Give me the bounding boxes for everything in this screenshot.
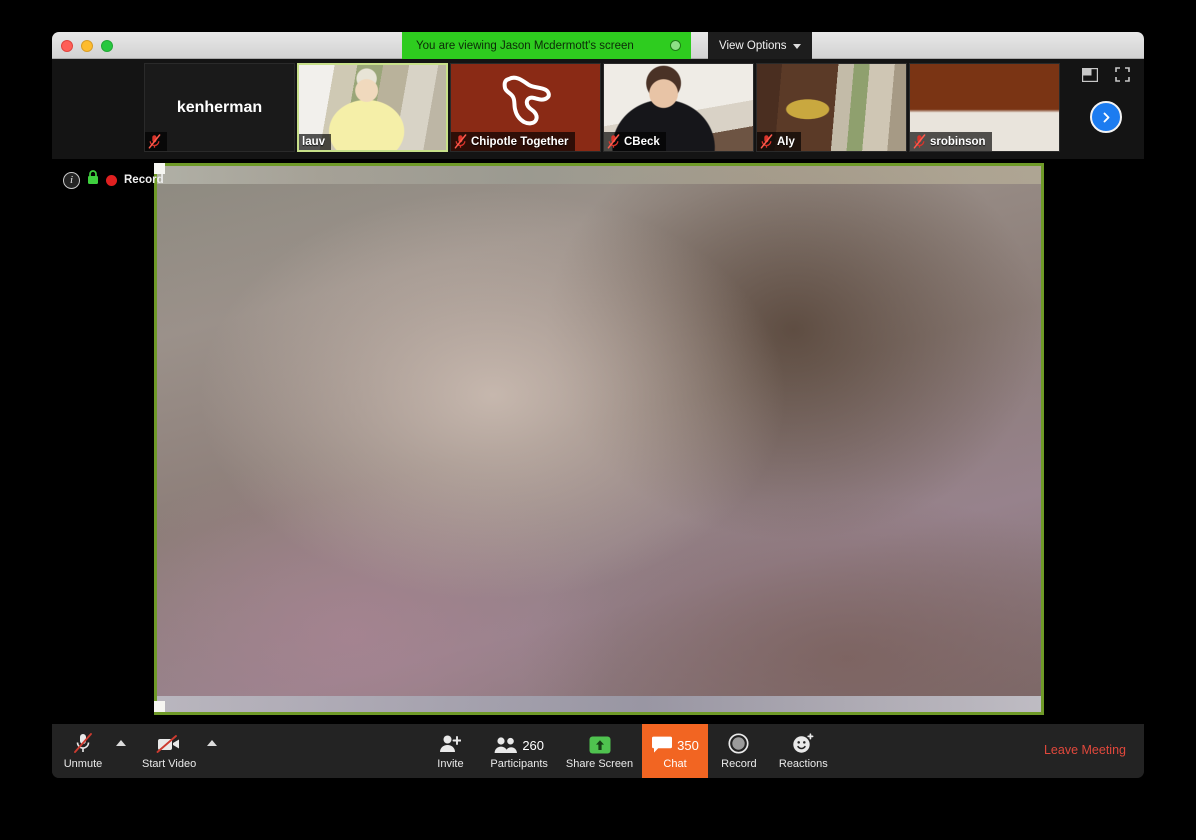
toolbar-invite-button[interactable]: Invite (419, 724, 481, 778)
chat-bubble-icon: 350 (651, 732, 699, 754)
participant-tile-srobinson[interactable]: srobinson (909, 63, 1060, 152)
muted-microphone-icon (760, 134, 773, 149)
participant-tiles: kenherman lauv Chipotle Together CBeck Aly sr… (144, 63, 1060, 152)
chevron-right-icon (1103, 112, 1109, 122)
chevron-up-icon (116, 740, 126, 746)
minimize-window-button[interactable] (81, 40, 93, 52)
toolbar-mute-label: Unmute (63, 758, 103, 770)
share-status-indicator-icon (669, 40, 681, 51)
meeting-toolbar: Unmute Start Video Invite 260 Participants S… (52, 724, 1144, 778)
reactions-smiley-icon (793, 733, 814, 753)
close-window-button[interactable] (61, 40, 73, 52)
participant-display-name: kenherman (176, 98, 263, 116)
share-screen-icon (589, 732, 611, 754)
toolbar-right-group: Invite 260 Participants Share Screen 350 Chat… (419, 724, 836, 778)
record-circle-icon (728, 732, 749, 754)
toolbar-participants-label: Participants (490, 758, 548, 770)
muted-microphone-icon (607, 134, 620, 149)
view-options-label: View Options (719, 39, 787, 52)
filmstrip-view-controls (1081, 67, 1130, 87)
toolbar-record-button[interactable]: Record (708, 724, 770, 778)
muted-microphone-icon (913, 134, 926, 149)
zoom-meeting-app: You are viewing Jason Mcdermott's screen… (0, 0, 1196, 840)
toolbar-participants-button[interactable]: 260 Participants (481, 724, 556, 778)
sharing-banner-text: You are viewing Jason Mcdermott's screen (416, 39, 634, 52)
leave-meeting-button[interactable]: Leave Meeting (1032, 724, 1144, 776)
participant-name-badge: lauv (299, 134, 332, 150)
toolbar-reactions-button[interactable]: Reactions (770, 724, 837, 778)
toolbar-share-screen-label: Share Screen (565, 758, 634, 770)
toolbar-video-label: Start Video (142, 758, 197, 770)
window-titlebar: You are viewing Jason Mcdermott's screen… (52, 32, 1144, 59)
participant-name-label: srobinson (930, 135, 986, 148)
recording-dot-icon (106, 174, 117, 186)
toolbar-record-label: Record (721, 758, 757, 770)
reactions-smiley-icon (792, 732, 814, 754)
participant-name-label: Chipotle Together (471, 135, 569, 148)
next-page-button[interactable] (1090, 101, 1122, 133)
meeting-stage: i Record (52, 159, 1144, 724)
participant-name-badge: CBeck (604, 132, 666, 151)
screen-sharing-banner: You are viewing Jason Mcdermott's screen (402, 32, 691, 59)
leave-meeting-label: Leave Meeting (1043, 743, 1126, 757)
shared-screen-handle-bottom-left[interactable] (154, 701, 165, 712)
add-person-icon (440, 735, 462, 752)
zoom-window: You are viewing Jason Mcdermott's screen… (52, 32, 1144, 778)
participant-filmstrip: kenherman lauv Chipotle Together CBeck Aly sr… (52, 59, 1144, 159)
participant-tile-chipotle-together[interactable]: Chipotle Together (450, 63, 601, 152)
participant-name-badge: Aly (757, 132, 801, 151)
participant-name-label: Aly (777, 135, 795, 148)
chat-bubble-icon (652, 736, 673, 753)
participant-name-label: CBeck (624, 135, 660, 148)
microphone-muted-icon (72, 732, 94, 754)
info-icon[interactable]: i (63, 171, 80, 189)
record-circle-icon (728, 733, 749, 754)
participant-tile-kenherman[interactable]: kenherman (144, 63, 295, 152)
toolbar-reactions-label: Reactions (778, 758, 828, 770)
toolbar-video-button[interactable]: Start Video (133, 724, 205, 778)
chevron-down-icon (792, 43, 801, 49)
toolbar-mute-options-button[interactable] (114, 724, 133, 778)
toolbar-spacer-2 (837, 724, 1032, 778)
window-traffic-lights (61, 40, 113, 52)
toolbar-video-options-button[interactable] (205, 724, 224, 778)
toolbar-left-group: Unmute Start Video (52, 724, 224, 778)
participant-tile-lauv[interactable]: lauv (297, 63, 448, 152)
participant-name-badge: srobinson (910, 132, 992, 151)
participant-tile-aly[interactable]: Aly (756, 63, 907, 152)
toolbar-invite-label: Invite (437, 758, 464, 770)
participant-tile-cbeck[interactable]: CBeck (603, 63, 754, 152)
lock-icon (87, 170, 99, 190)
share-screen-icon (589, 736, 611, 754)
picture-in-picture-icon[interactable] (1081, 67, 1099, 87)
fullscreen-icon[interactable] (1115, 67, 1130, 87)
camera-off-icon (156, 732, 182, 754)
chipotle-pepper-logo-icon (502, 75, 551, 126)
view-options-button[interactable]: View Options (708, 32, 812, 59)
participant-name-badge (145, 132, 167, 151)
muted-microphone-icon (454, 134, 467, 149)
toolbar-participants-badge: 260 (522, 738, 545, 753)
meeting-info-bar: i Record (63, 170, 164, 190)
shared-screen-content (154, 163, 1044, 715)
microphone-muted-icon (74, 733, 92, 753)
recording-label: Record (124, 174, 164, 186)
toolbar-chat-button[interactable]: 350 Chat (642, 724, 708, 778)
toolbar-chat-badge: 350 (677, 738, 699, 753)
camera-off-icon (156, 735, 180, 753)
participant-name-label: lauv (302, 136, 326, 148)
chevron-up-icon (207, 740, 218, 746)
muted-microphone-icon (148, 134, 161, 149)
add-person-icon (439, 732, 462, 754)
people-icon: 260 (494, 732, 544, 754)
participant-name-badge: Chipotle Together (451, 132, 575, 151)
toolbar-mute-button[interactable]: Unmute (52, 724, 114, 778)
toolbar-chat-label: Chat (663, 758, 687, 770)
maximize-window-button[interactable] (101, 40, 113, 52)
people-icon (494, 737, 518, 753)
toolbar-share-screen-button[interactable]: Share Screen (557, 724, 642, 778)
